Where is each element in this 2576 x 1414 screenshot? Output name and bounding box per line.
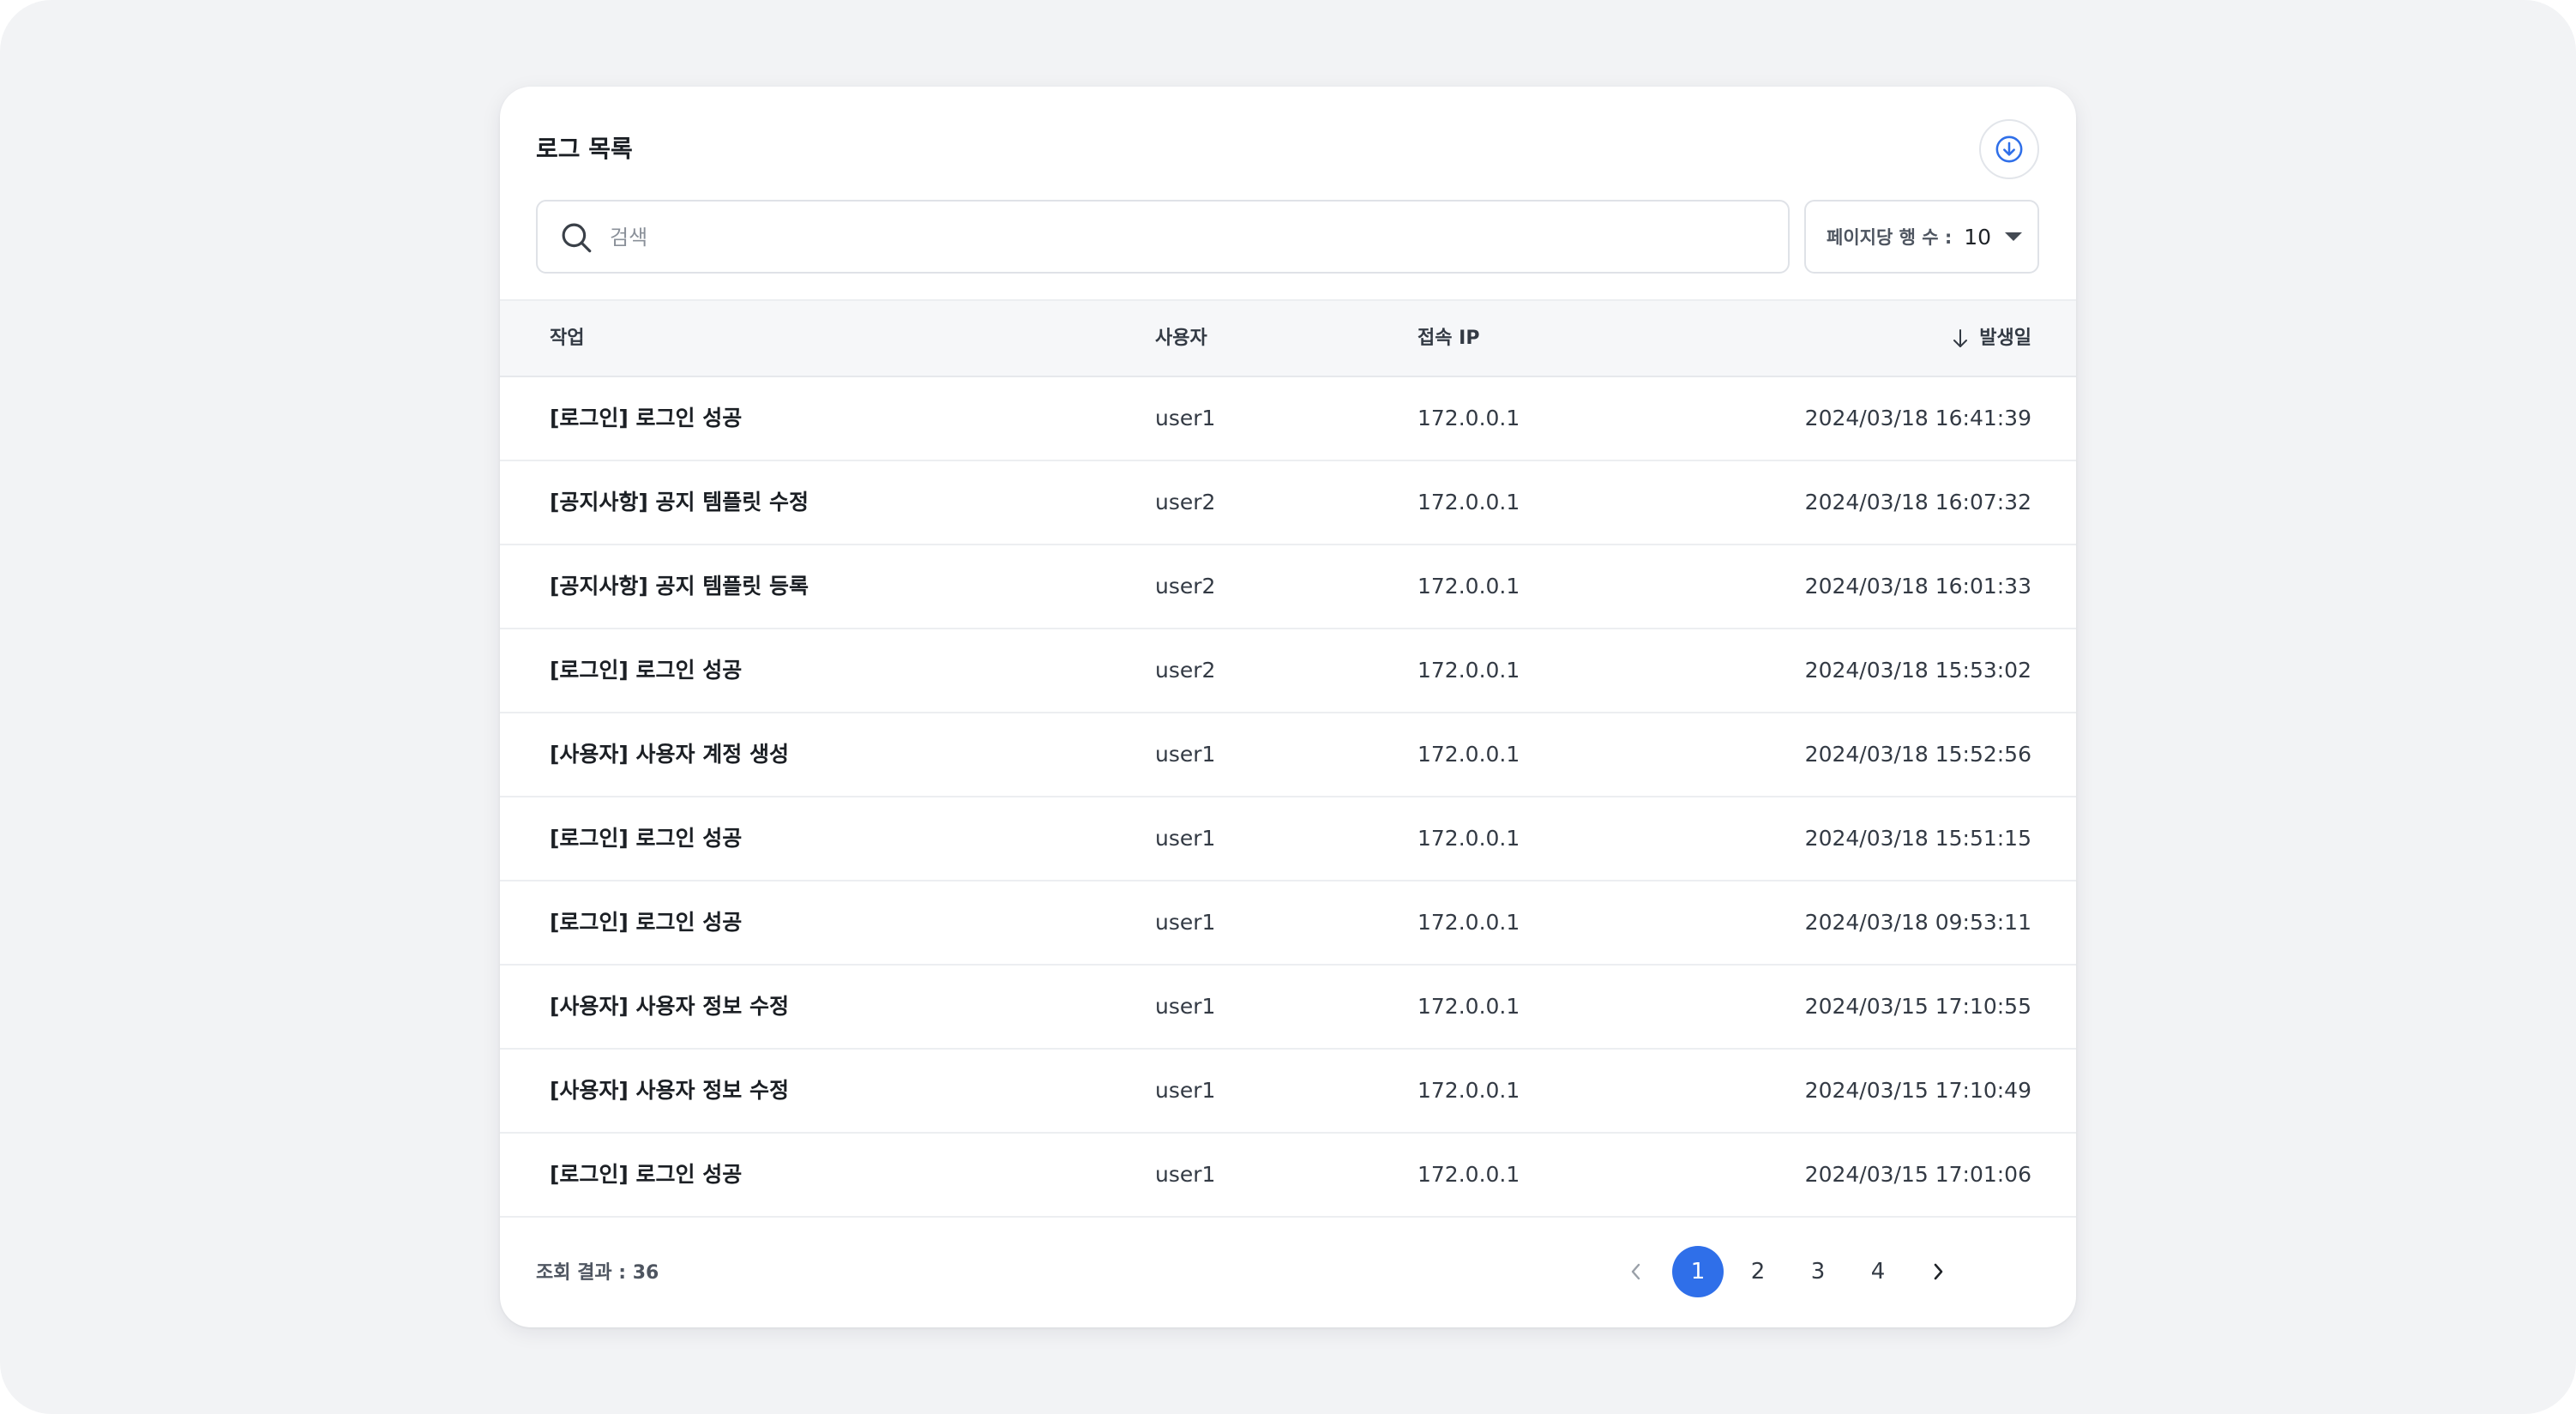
cell-user: user2	[1155, 490, 1216, 514]
search-icon	[562, 223, 592, 253]
panel-title: 로그 목록	[536, 135, 633, 163]
download-circle-icon	[1995, 135, 2023, 163]
cell-task: [사용자] 사용자 계정 생성	[550, 742, 789, 767]
cell-date: 2024/03/18 16:41:39	[1804, 406, 2031, 430]
cell-ip: 172.0.0.1	[1417, 1162, 1520, 1187]
cell-user: user2	[1155, 658, 1216, 683]
cell-task: [사용자] 사용자 정보 수정	[550, 994, 789, 1019]
cell-user: user2	[1155, 574, 1216, 599]
page-button-2[interactable]: 2	[1732, 1246, 1784, 1297]
cell-task: [사용자] 사용자 정보 수정	[550, 1078, 789, 1103]
arrow-down-icon	[1953, 328, 1968, 347]
column-header-user: 사용자	[1155, 328, 1207, 349]
next-page-button[interactable]	[1921, 1246, 1955, 1297]
cell-ip: 172.0.0.1	[1417, 406, 1520, 430]
cell-ip: 172.0.0.1	[1417, 994, 1520, 1019]
cell-task: [로그인] 로그인 성공	[550, 1162, 743, 1187]
cell-user: user1	[1155, 826, 1216, 851]
table-row: [공지사항] 공지 템플릿 등록 user2 172.0.0.1 2024/03/18…	[500, 545, 2076, 629]
log-list-panel: 로그 목록 페이지당 행 수 : 10 작업 사용자 접속 IP	[500, 87, 2076, 1327]
table-row: [로그인] 로그인 성공 user1 172.0.0.1 2024/03/18 15:…	[500, 797, 2076, 881]
cell-task: [로그인] 로그인 성공	[550, 406, 743, 430]
column-header-date-sort[interactable]: 발생일	[1950, 301, 2031, 376]
cell-ip: 172.0.0.1	[1417, 742, 1520, 767]
cell-date: 2024/03/18 16:01:33	[1804, 574, 2031, 599]
cell-user: user1	[1155, 994, 1216, 1019]
cell-user: user1	[1155, 910, 1216, 935]
cell-date: 2024/03/15 17:01:06	[1804, 1162, 2031, 1187]
cell-ip: 172.0.0.1	[1417, 826, 1520, 851]
table-row: [공지사항] 공지 템플릿 수정 user2 172.0.0.1 2024/03/18…	[500, 461, 2076, 545]
column-header-date-label: 발생일	[1979, 328, 2031, 349]
rows-per-page-label: 페이지당 행 수 :	[1827, 227, 1953, 248]
search-input[interactable]	[608, 202, 1778, 274]
chevron-left-icon	[1631, 1263, 1640, 1280]
cell-date: 2024/03/18 15:53:02	[1804, 658, 2031, 683]
cell-date: 2024/03/18 16:07:32	[1804, 490, 2031, 514]
cell-user: user1	[1155, 742, 1216, 767]
download-button[interactable]	[1979, 119, 2039, 179]
column-header-task: 작업	[550, 328, 585, 349]
cell-user: user1	[1155, 1078, 1216, 1103]
table-row: [로그인] 로그인 성공 user1 172.0.0.1 2024/03/18 16:…	[500, 377, 2076, 461]
pagination: 1234	[500, 1246, 2076, 1301]
cell-task: [공지사항] 공지 템플릿 수정	[550, 490, 809, 514]
rows-per-page-value: 10	[1964, 224, 1992, 250]
page-button-3[interactable]: 3	[1792, 1246, 1844, 1297]
column-header-ip: 접속 IP	[1417, 328, 1480, 349]
rows-per-page-select[interactable]: 페이지당 행 수 : 10	[1804, 200, 2039, 274]
cell-date: 2024/03/15 17:10:55	[1804, 994, 2031, 1019]
cell-date: 2024/03/18 15:52:56	[1804, 742, 2031, 767]
chevron-right-icon	[1934, 1263, 1943, 1280]
cell-user: user1	[1155, 1162, 1216, 1187]
table-header: 작업 사용자 접속 IP 발생일	[500, 299, 2076, 377]
cell-task: [공지사항] 공지 템플릿 등록	[550, 574, 809, 599]
table-row: [사용자] 사용자 계정 생성 user1 172.0.0.1 2024/03/18 …	[500, 713, 2076, 797]
table-row: [사용자] 사용자 정보 수정 user1 172.0.0.1 2024/03/15 …	[500, 1050, 2076, 1134]
table-row: [로그인] 로그인 성공 user1 172.0.0.1 2024/03/15 17:…	[500, 1134, 2076, 1218]
page-button-1[interactable]: 1	[1672, 1246, 1724, 1297]
cell-task: [로그인] 로그인 성공	[550, 910, 743, 935]
page-button-4[interactable]: 4	[1852, 1246, 1904, 1297]
cell-ip: 172.0.0.1	[1417, 658, 1520, 683]
cell-task: [로그인] 로그인 성공	[550, 658, 743, 683]
page-background: 로그 목록 페이지당 행 수 : 10 작업 사용자 접속 IP	[0, 0, 2576, 1414]
caret-down-icon	[2005, 232, 2023, 241]
cell-ip: 172.0.0.1	[1417, 490, 1520, 514]
cell-date: 2024/03/18 09:53:11	[1804, 910, 2031, 935]
table-body: [로그인] 로그인 성공 user1 172.0.0.1 2024/03/18 16:…	[500, 377, 2076, 1218]
search-box	[536, 200, 1790, 274]
cell-date: 2024/03/15 17:10:49	[1804, 1078, 2031, 1103]
table-row: [사용자] 사용자 정보 수정 user1 172.0.0.1 2024/03/15 …	[500, 966, 2076, 1050]
table-row: [로그인] 로그인 성공 user1 172.0.0.1 2024/03/18 09:…	[500, 881, 2076, 966]
cell-task: [로그인] 로그인 성공	[550, 826, 743, 851]
cell-date: 2024/03/18 15:51:15	[1804, 826, 2031, 851]
cell-user: user1	[1155, 406, 1216, 430]
cell-ip: 172.0.0.1	[1417, 574, 1520, 599]
prev-page-button[interactable]	[1619, 1246, 1653, 1297]
cell-ip: 172.0.0.1	[1417, 1078, 1520, 1103]
table-row: [로그인] 로그인 성공 user2 172.0.0.1 2024/03/18 15:…	[500, 629, 2076, 713]
cell-ip: 172.0.0.1	[1417, 910, 1520, 935]
